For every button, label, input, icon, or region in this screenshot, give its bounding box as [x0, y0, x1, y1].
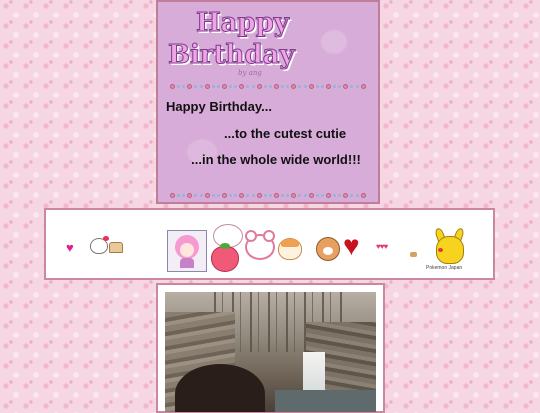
bead-divider-top [170, 82, 366, 90]
toast-icon [109, 242, 123, 253]
kitty-icon [90, 236, 109, 254]
bear-icon [245, 230, 275, 260]
happy-birthday-logo: Happy Birthday by ang [166, 8, 316, 78]
big-heart-icon: ♥ [343, 230, 360, 261]
pikachu-icon [433, 227, 466, 264]
bag-icon [410, 252, 417, 257]
hamster-icon [278, 238, 302, 260]
strawberry-icon [211, 243, 239, 272]
anime-girl-icon [167, 230, 207, 272]
waterfall-photo [165, 292, 376, 412]
logo-birthday-text: Birthday [168, 40, 296, 71]
message-line-1: Happy Birthday... [166, 99, 272, 114]
pikachu-caption: Pokemon Japan [426, 265, 463, 271]
message-line-2: ...to the cutest cutie [224, 126, 347, 141]
birthday-card: Happy Birthday by ang Happy Birthday... … [156, 0, 380, 204]
message-line-3: ...in the whole wide world!!! [191, 152, 361, 167]
small-heart-icon: ♥ [66, 240, 74, 255]
photo-frame [156, 283, 385, 413]
sticker-strip: ♥ ♥ ♥♥♥ Pokemon Japan [44, 208, 495, 280]
hamster-face-icon [316, 237, 340, 261]
logo-happy-text: Happy [196, 8, 290, 39]
tiny-hearts-icon: ♥♥♥ [376, 242, 388, 251]
bead-divider-bottom [170, 191, 366, 199]
logo-signature: by ang [238, 69, 262, 77]
